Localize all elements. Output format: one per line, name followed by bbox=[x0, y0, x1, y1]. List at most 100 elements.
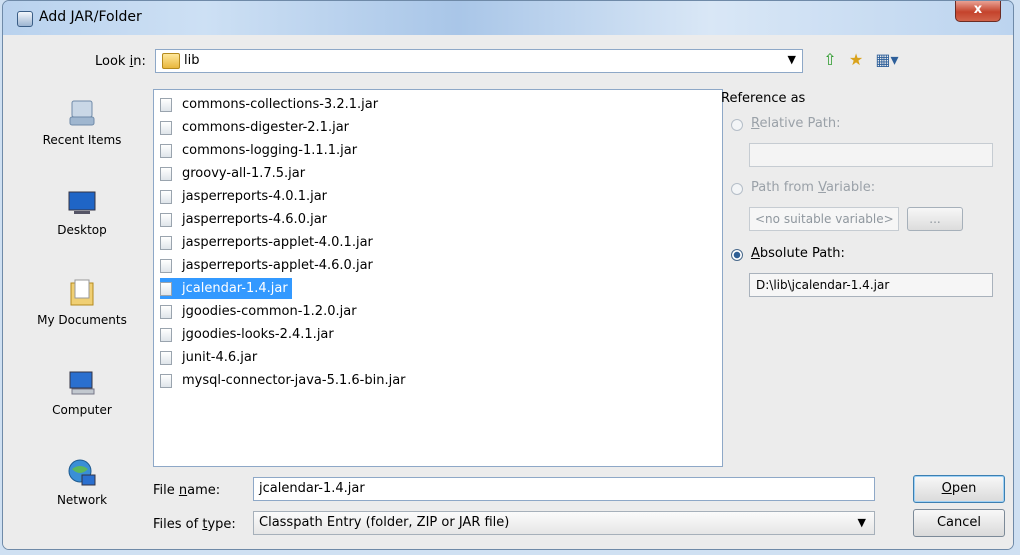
relative-path-radio[interactable] bbox=[731, 119, 743, 131]
jar-file-icon bbox=[160, 120, 172, 135]
reference-panel: Reference as Relative Path: Path from Va… bbox=[721, 89, 1011, 469]
open-button-rest: pen bbox=[951, 481, 977, 496]
place-label: Desktop bbox=[57, 223, 107, 237]
recent-items-icon bbox=[69, 100, 95, 126]
relative-path-field[interactable] bbox=[749, 143, 993, 167]
place-label: Network bbox=[56, 493, 108, 507]
file-list-item[interactable]: jasperreports-applet-4.6.0.jar bbox=[160, 255, 377, 276]
file-name-label-prefix: File bbox=[153, 483, 179, 498]
file-name-text: jgoodies-common-1.2.0.jar bbox=[182, 304, 357, 319]
file-name-text: jcalendar-1.4.jar bbox=[182, 281, 288, 296]
file-name-text: jasperreports-4.0.1.jar bbox=[182, 189, 328, 204]
file-list-item[interactable]: junit-4.6.jar bbox=[160, 347, 261, 368]
window-title: Add JAR/Folder bbox=[39, 9, 142, 25]
file-name-text: groovy-all-1.7.5.jar bbox=[182, 166, 306, 181]
my-documents-icon bbox=[70, 279, 94, 306]
close-button[interactable]: x bbox=[955, 1, 1001, 22]
jar-file-icon bbox=[160, 304, 172, 319]
file-list-item[interactable]: commons-digester-2.1.jar bbox=[160, 117, 353, 138]
up-folder-icon[interactable]: ⇧ bbox=[819, 49, 841, 71]
chevron-down-icon[interactable]: ▼ bbox=[788, 53, 796, 66]
file-name-input[interactable]: jcalendar-1.4.jar bbox=[253, 477, 875, 501]
files-of-type-select[interactable]: Classpath Entry (folder, ZIP or JAR file… bbox=[253, 511, 875, 535]
file-list-item[interactable]: jasperreports-4.0.1.jar bbox=[160, 186, 331, 207]
desktop-icon bbox=[68, 191, 96, 214]
file-list-item[interactable]: jcalendar-1.4.jar bbox=[160, 278, 292, 299]
files-of-type-label: Files of type: bbox=[153, 517, 236, 532]
file-name-text: junit-4.6.jar bbox=[182, 350, 258, 365]
path-from-variable-label-prefix: Path from bbox=[751, 180, 819, 195]
place-desktop[interactable]: Desktop bbox=[19, 181, 145, 265]
chevron-down-icon[interactable]: ▼ bbox=[858, 512, 866, 534]
file-list-item[interactable]: jgoodies-common-1.2.0.jar bbox=[160, 301, 361, 322]
file-list[interactable]: commons-collections-3.2.1.jar commons-dig… bbox=[153, 89, 723, 467]
computer-icon bbox=[69, 371, 95, 395]
browse-variable-button[interactable]: ... bbox=[907, 207, 963, 231]
file-list-item[interactable]: jasperreports-4.6.0.jar bbox=[160, 209, 331, 230]
jar-file-icon bbox=[160, 143, 172, 158]
look-in-label-prefix: Look bbox=[95, 54, 130, 69]
look-in-value: lib bbox=[184, 53, 200, 68]
open-button[interactable]: Open bbox=[913, 475, 1005, 503]
file-list-item[interactable]: groovy-all-1.7.5.jar bbox=[160, 163, 309, 184]
files-of-type-label-rest: ype: bbox=[207, 517, 236, 532]
place-network[interactable]: Network bbox=[19, 451, 145, 535]
jar-file-icon bbox=[160, 373, 172, 388]
new-folder-icon[interactable]: ★ bbox=[845, 49, 867, 71]
folder-icon bbox=[162, 53, 180, 69]
variable-select[interactable]: <no suitable variable> bbox=[749, 207, 899, 231]
file-name-text: mysql-connector-java-5.1.6-bin.jar bbox=[182, 373, 406, 388]
files-of-type-label-prefix: Files of bbox=[153, 517, 203, 532]
absolute-path-label: Absolute Path: bbox=[751, 246, 845, 261]
file-name-text: commons-digester-2.1.jar bbox=[182, 120, 350, 135]
look-in-combo[interactable]: lib ▼ bbox=[155, 49, 803, 73]
place-computer[interactable]: Computer bbox=[19, 361, 145, 445]
jar-file-icon bbox=[160, 212, 172, 227]
path-from-variable-label: Path from Variable: bbox=[751, 180, 875, 195]
jar-file-icon bbox=[160, 281, 172, 296]
file-list-item[interactable]: mysql-connector-java-5.1.6-bin.jar bbox=[160, 370, 410, 391]
title-bar[interactable]: Add JAR/Folder x bbox=[3, 1, 1013, 35]
view-menu-icon[interactable]: ▦▾ bbox=[871, 49, 903, 71]
file-list-item[interactable]: jasperreports-applet-4.0.1.jar bbox=[160, 232, 377, 253]
file-name-text: commons-collections-3.2.1.jar bbox=[182, 97, 379, 112]
file-list-item[interactable]: jgoodies-looks-2.4.1.jar bbox=[160, 324, 338, 345]
jar-file-icon bbox=[160, 350, 172, 365]
absolute-path-field[interactable]: D:\lib\jcalendar-1.4.jar bbox=[749, 273, 993, 297]
places-bar: Recent Items Desktop My Documents Comput… bbox=[19, 91, 145, 549]
file-name-text: jasperreports-applet-4.6.0.jar bbox=[182, 258, 373, 273]
place-recent-items[interactable]: Recent Items bbox=[19, 91, 145, 175]
jar-file-icon bbox=[160, 166, 172, 181]
file-name-text: commons-logging-1.1.1.jar bbox=[182, 143, 358, 158]
place-my-documents[interactable]: My Documents bbox=[19, 271, 145, 355]
file-name-text: jasperreports-applet-4.0.1.jar bbox=[182, 235, 373, 250]
absolute-path-label-rest: bsolute Path: bbox=[759, 246, 845, 261]
absolute-path-radio[interactable] bbox=[731, 249, 743, 261]
jar-file-icon bbox=[160, 327, 172, 342]
jar-file-icon bbox=[160, 97, 172, 112]
file-name-label-rest: ame: bbox=[187, 483, 221, 498]
dialog-body: Look in: lib ▼ ⇧ ★ ▦▾ Recent Items Deskt… bbox=[3, 35, 1013, 549]
look-in-label-suffix: n: bbox=[133, 54, 146, 69]
place-label: Computer bbox=[52, 403, 112, 417]
place-label: Recent Items bbox=[42, 133, 122, 147]
path-from-variable-label-key: V bbox=[818, 180, 826, 195]
open-button-key: O bbox=[941, 481, 952, 496]
path-from-variable-label-rest: ariable: bbox=[825, 180, 876, 195]
file-list-item[interactable]: commons-collections-3.2.1.jar bbox=[160, 94, 382, 115]
path-from-variable-radio[interactable] bbox=[731, 183, 743, 195]
add-jar-folder-dialog: Add JAR/Folder x Look in: lib ▼ ⇧ ★ ▦▾ R… bbox=[2, 0, 1014, 550]
window-icon bbox=[17, 11, 33, 27]
jar-file-icon bbox=[160, 258, 172, 273]
jar-file-icon bbox=[160, 189, 172, 204]
files-of-type-value: Classpath Entry (folder, ZIP or JAR file… bbox=[259, 515, 510, 530]
reference-title: Reference as bbox=[721, 91, 806, 106]
absolute-path-label-key: A bbox=[751, 246, 760, 261]
relative-path-label: Relative Path: bbox=[751, 116, 841, 131]
cancel-button[interactable]: Cancel bbox=[913, 509, 1005, 537]
file-name-text: jgoodies-looks-2.4.1.jar bbox=[182, 327, 334, 342]
file-list-item[interactable]: commons-logging-1.1.1.jar bbox=[160, 140, 361, 161]
relative-path-label-rest: elative Path: bbox=[759, 116, 841, 131]
file-name-label: File name: bbox=[153, 483, 220, 498]
network-icon bbox=[68, 459, 96, 486]
